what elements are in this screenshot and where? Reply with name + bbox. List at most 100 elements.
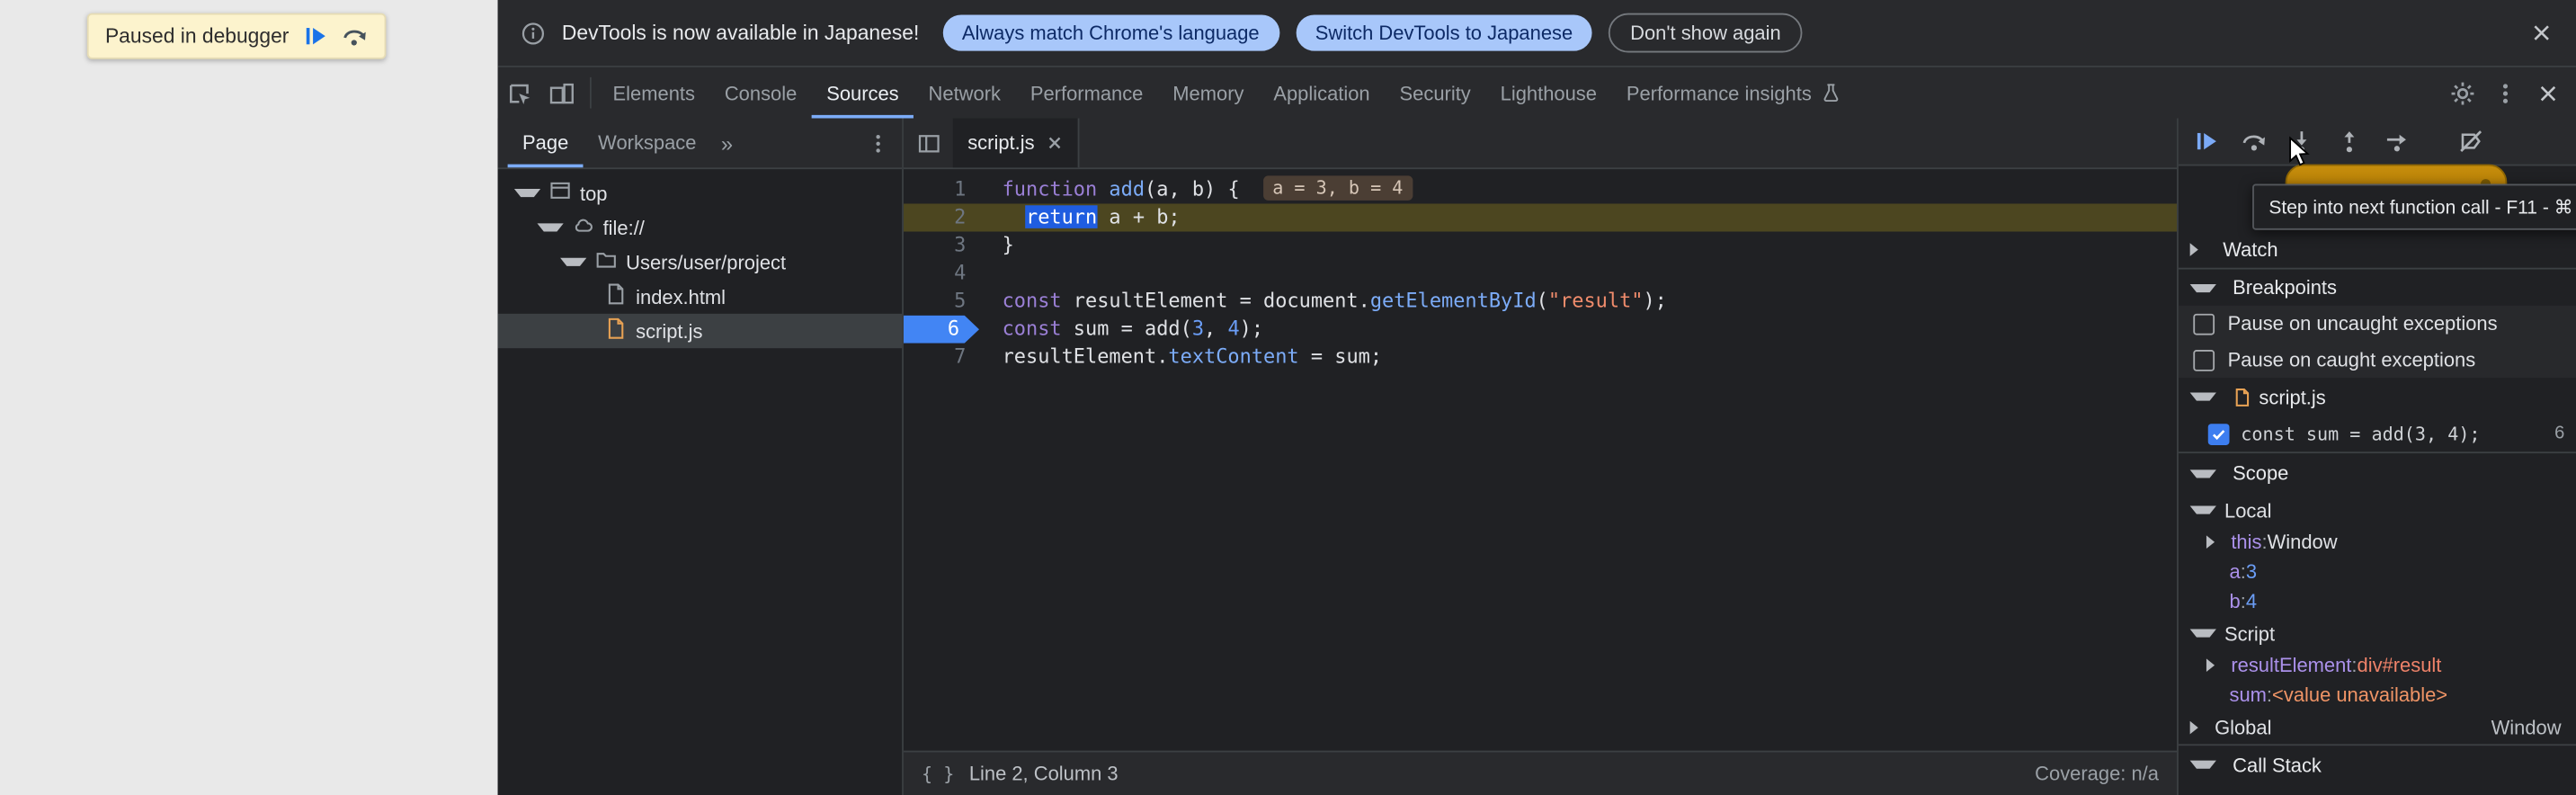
toolbar-separator [590,77,592,109]
step-into-button[interactable] [2288,128,2314,154]
editor-pane: script.js 1function add(a, b) {a = 3, b … [904,119,2177,795]
navigator-tabs: Page Workspace » [498,119,902,170]
tab-sources[interactable]: Sources [812,67,914,119]
file-tab-script-js[interactable]: script.js [953,119,1079,168]
tab-performance[interactable]: Performance [1015,67,1157,119]
resume-script-button[interactable] [304,24,327,48]
paused-label: Paused in debugger [105,24,289,48]
tree-item-script-js[interactable]: script.js [498,314,902,348]
code-text-line-2[interactable]: return a + b; [981,203,1181,231]
line-number-4[interactable]: 4 [904,260,981,288]
tree-label: Users/user/project [626,251,786,274]
expand-arrow-icon [514,189,540,197]
settings-gear-icon[interactable] [2441,80,2484,106]
scope-var-a[interactable]: a: 3 [2179,557,2576,586]
navigator-kebab-icon[interactable] [854,119,902,168]
code-line-5: 5const resultElement = document.getEleme… [904,288,2177,316]
pause-caught-checkbox[interactable] [2193,349,2215,371]
tree-item-top[interactable]: top [498,175,902,210]
line-number-3[interactable]: 3 [904,232,981,260]
more-tabs-chevron[interactable]: » [711,119,743,168]
step-over-button-overlay[interactable] [342,24,368,48]
navigator-tab-workspace[interactable]: Workspace [584,119,711,168]
code-text-line-6[interactable]: const sum = add(3, 4); [981,316,1263,344]
breakpoint-entry[interactable]: const sum = add(3, 4); 6 [2179,415,2576,451]
flask-icon [1820,82,1841,103]
section-breakpoints[interactable]: Breakpoints [2179,268,2576,306]
line-number-5[interactable]: 5 [904,288,981,316]
tab-memory[interactable]: Memory [1158,67,1259,119]
pause-uncaught-row[interactable]: Pause on uncaught exceptions [2179,306,2576,342]
breakpoint-marker-line-6[interactable]: 6 [904,316,981,344]
tree-item-index-html[interactable]: index.html [498,279,902,313]
dont-show-again-button[interactable]: Don't show again [1609,13,1802,53]
switch-japanese-button[interactable]: Switch DevTools to Japanese [1296,14,1592,50]
tab-console[interactable]: Console [709,67,811,119]
stage: Paused in debugger DevTools is now avail… [0,0,2576,795]
scope-global[interactable]: Global Window [2179,710,2576,744]
collapsed-arrow-icon [2206,535,2223,549]
breakpoint-checkbox-checked[interactable] [2208,423,2230,444]
tree-item-project-folder[interactable]: Users/user/project [498,245,902,279]
tab-performance-insights[interactable]: Performance insights [1611,67,1856,119]
scope-var-resultelement[interactable]: resultElement: div#result [2179,650,2576,680]
line-number-2[interactable]: 2 [904,203,981,231]
pause-uncaught-checkbox[interactable] [2193,313,2215,335]
breakpoint-line-number: 6 [2545,424,2564,443]
device-toolbar-icon[interactable] [540,67,584,119]
scope-script[interactable]: Script [2179,616,2576,650]
code-text-line-7[interactable]: resultElement.textContent = sum; [981,344,1382,371]
navigator-tab-page[interactable]: Page [508,119,584,168]
code-area: 1function add(a, b) {a = 3, b = 42 retur… [904,169,2177,751]
devtools-window: DevTools is now available in Japanese! A… [498,0,2576,795]
tab-security[interactable]: Security [1385,67,1485,119]
tab-lighthouse[interactable]: Lighthouse [1485,67,1611,119]
step-button[interactable] [2384,128,2410,154]
paused-in-debugger-overlay: Paused in debugger [87,13,386,59]
inline-eval-badge: a = 3, b = 4 [1262,175,1413,200]
line-number-7[interactable]: 7 [904,344,981,371]
breakpoint-group-script-js[interactable]: script.js [2179,378,2576,415]
infobar-close-icon[interactable] [2530,22,2554,45]
var-value: div#result [2358,654,2442,677]
pause-caught-row[interactable]: Pause on caught exceptions [2179,342,2576,378]
code-text-line-3[interactable]: } [981,232,1014,260]
more-options-kebab-icon[interactable] [2484,81,2527,104]
inspect-element-icon[interactable] [498,67,541,119]
file-tab-label: script.js [967,131,1034,155]
step-over-button[interactable] [2241,128,2267,154]
scope-var-this[interactable]: this: Window [2179,527,2576,557]
toggle-navigator-icon[interactable] [904,119,953,168]
var-name: b [2230,590,2241,613]
section-scope[interactable]: Scope [2179,451,2576,493]
resume-button[interactable] [2193,128,2219,154]
code-text-line-5[interactable]: const resultElement = document.getElemen… [981,288,1667,316]
section-watch[interactable]: Watch [2179,232,2576,268]
code-line-4: 4 [904,260,2177,288]
tab-close-icon[interactable] [1046,135,1062,151]
scope-var-b[interactable]: b: 4 [2179,586,2576,616]
collapsed-arrow-icon [2190,720,2206,734]
devtools-close-icon[interactable] [2527,81,2570,104]
global-scope-label: Global [2215,715,2271,738]
tab-elements[interactable]: Elements [598,67,709,119]
debugger-sidebar: Step into next function call - F11 - ⌘ ;… [2177,119,2576,795]
tab-application[interactable]: Application [1259,67,1385,119]
pretty-print-icon[interactable]: { } [922,763,954,784]
code-text-line-4[interactable] [981,260,1003,288]
section-call-stack[interactable]: Call Stack [2179,744,2576,783]
match-language-button[interactable]: Always match Chrome's language [942,14,1279,50]
deactivate-breakpoints-button[interactable] [2457,128,2483,154]
scope-local[interactable]: Local [2179,493,2576,527]
scope-var-sum[interactable]: sum: <value unavailable> [2179,680,2576,710]
tree-label: top [580,182,607,205]
var-value: <value unavailable> [2272,683,2447,707]
expand-arrow-icon [560,258,586,266]
step-out-button[interactable] [2336,128,2362,154]
paused-banner-area: Step into next function call - F11 - ⌘ ; [2179,165,2576,231]
folder-icon [594,248,618,276]
line-number-1[interactable]: 1 [904,175,981,203]
tab-network[interactable]: Network [914,67,1015,119]
tree-item-file-scheme[interactable]: file:// [498,210,902,245]
code-text-line-1[interactable]: function add(a, b) {a = 3, b = 4 [981,175,1413,203]
